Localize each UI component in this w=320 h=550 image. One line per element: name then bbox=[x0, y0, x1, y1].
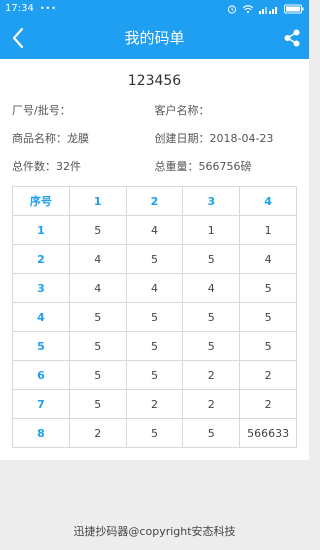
table-row: 8 2 5 5 566633 bbox=[12, 418, 297, 448]
table-cell: 4 bbox=[182, 273, 241, 303]
table-header-col: 4 bbox=[239, 186, 297, 216]
table-cell: 5 bbox=[125, 331, 184, 361]
row-index: 3 bbox=[12, 273, 70, 303]
table-cell: 5 bbox=[68, 302, 127, 332]
table-cell: 2 bbox=[68, 418, 127, 448]
share-icon bbox=[284, 29, 300, 47]
table-cell: 5 bbox=[68, 389, 127, 419]
code-table: 序号 1 2 3 4 1 5 4 1 1 2 4 5 5 4 3 4 4 4 5… bbox=[12, 186, 297, 448]
row-index: 7 bbox=[12, 389, 70, 419]
created-date: 创建日期：2018-04-23 bbox=[154, 132, 274, 145]
table-cell: 1 bbox=[239, 215, 297, 245]
signal-icon bbox=[259, 6, 277, 14]
status-bar: 17:34 ••• bbox=[0, 0, 309, 17]
table-cell: 5 bbox=[68, 215, 127, 245]
table-cell: 4 bbox=[239, 244, 297, 274]
table-cell: 2 bbox=[182, 389, 241, 419]
table-cell: 5 bbox=[239, 302, 297, 332]
table-row: 2 4 5 5 4 bbox=[12, 244, 297, 274]
product-name: 商品名称：龙膜 bbox=[12, 132, 89, 145]
table-cell: 5 bbox=[182, 331, 241, 361]
row-index: 6 bbox=[12, 360, 70, 390]
row-index: 4 bbox=[12, 302, 70, 332]
copyright-footer: 迅捷抄码器@copyright安态科技 bbox=[73, 525, 236, 538]
table-header-row: 序号 1 2 3 4 bbox=[12, 186, 297, 216]
table-cell: 2 bbox=[182, 360, 241, 390]
table-cell: 5 bbox=[182, 244, 241, 274]
status-icons bbox=[227, 4, 304, 14]
battery-icon bbox=[284, 4, 304, 13]
app-bar: 我的码单 bbox=[0, 17, 309, 59]
table-cell: 5 bbox=[125, 244, 184, 274]
alarm-icon bbox=[227, 4, 237, 14]
table-cell: 4 bbox=[68, 244, 127, 274]
factory-batch-label: 厂号/批号： bbox=[12, 104, 71, 117]
total-count: 总件数：32件 bbox=[12, 160, 81, 173]
table-cell: 4 bbox=[68, 273, 127, 303]
row-index: 2 bbox=[12, 244, 70, 274]
row-index: 5 bbox=[12, 331, 70, 361]
table-cell: 5 bbox=[68, 360, 127, 390]
order-code: 123456 bbox=[127, 73, 182, 89]
row-index: 1 bbox=[12, 215, 70, 245]
table-cell: 2 bbox=[125, 389, 184, 419]
row-index: 8 bbox=[12, 418, 70, 448]
total-weight: 总重量：566756磅 bbox=[154, 160, 252, 173]
order-card: 123456 厂号/批号： 客户名称： 商品名称：龙膜 创建日期：2018-04… bbox=[0, 59, 309, 460]
table-cell: 2 bbox=[239, 360, 297, 390]
table-cell: 5 bbox=[182, 418, 241, 448]
table-header-col: 1 bbox=[68, 186, 127, 216]
table-cell: 4 bbox=[125, 273, 184, 303]
table-row: 1 5 4 1 1 bbox=[12, 215, 297, 245]
table-row: 3 4 4 4 5 bbox=[12, 273, 297, 303]
table-row: 7 5 2 2 2 bbox=[12, 389, 297, 419]
page-title: 我的码单 bbox=[124, 29, 185, 47]
info-row-batch: 厂号/批号： 客户名称： bbox=[12, 102, 297, 118]
info-row-product: 商品名称：龙膜 创建日期：2018-04-23 bbox=[12, 130, 297, 146]
table-cell: 5 bbox=[182, 302, 241, 332]
table-cell: 566633 bbox=[239, 418, 297, 448]
table-row: 5 5 5 5 5 bbox=[12, 331, 297, 361]
table-header-index: 序号 bbox=[12, 186, 70, 216]
notification-dots: ••• bbox=[39, 4, 57, 13]
status-time: 17:34 bbox=[5, 3, 34, 14]
table-cell: 5 bbox=[68, 331, 127, 361]
table-cell: 5 bbox=[125, 302, 184, 332]
table-header-col: 2 bbox=[125, 186, 184, 216]
table-cell: 5 bbox=[239, 273, 297, 303]
table-row: 4 5 5 5 5 bbox=[12, 302, 297, 332]
share-button[interactable] bbox=[281, 27, 303, 49]
info-row-totals: 总件数：32件 总重量：566756磅 bbox=[12, 158, 297, 174]
table-cell: 1 bbox=[182, 215, 241, 245]
table-header-col: 3 bbox=[182, 186, 241, 216]
table-cell: 4 bbox=[125, 215, 184, 245]
table-cell: 2 bbox=[239, 389, 297, 419]
customer-name-label: 客户名称： bbox=[154, 104, 210, 117]
table-row: 6 5 5 2 2 bbox=[12, 360, 297, 390]
table-cell: 5 bbox=[125, 418, 184, 448]
table-cell: 5 bbox=[125, 360, 184, 390]
table-cell: 5 bbox=[239, 331, 297, 361]
wifi-icon bbox=[242, 4, 254, 13]
